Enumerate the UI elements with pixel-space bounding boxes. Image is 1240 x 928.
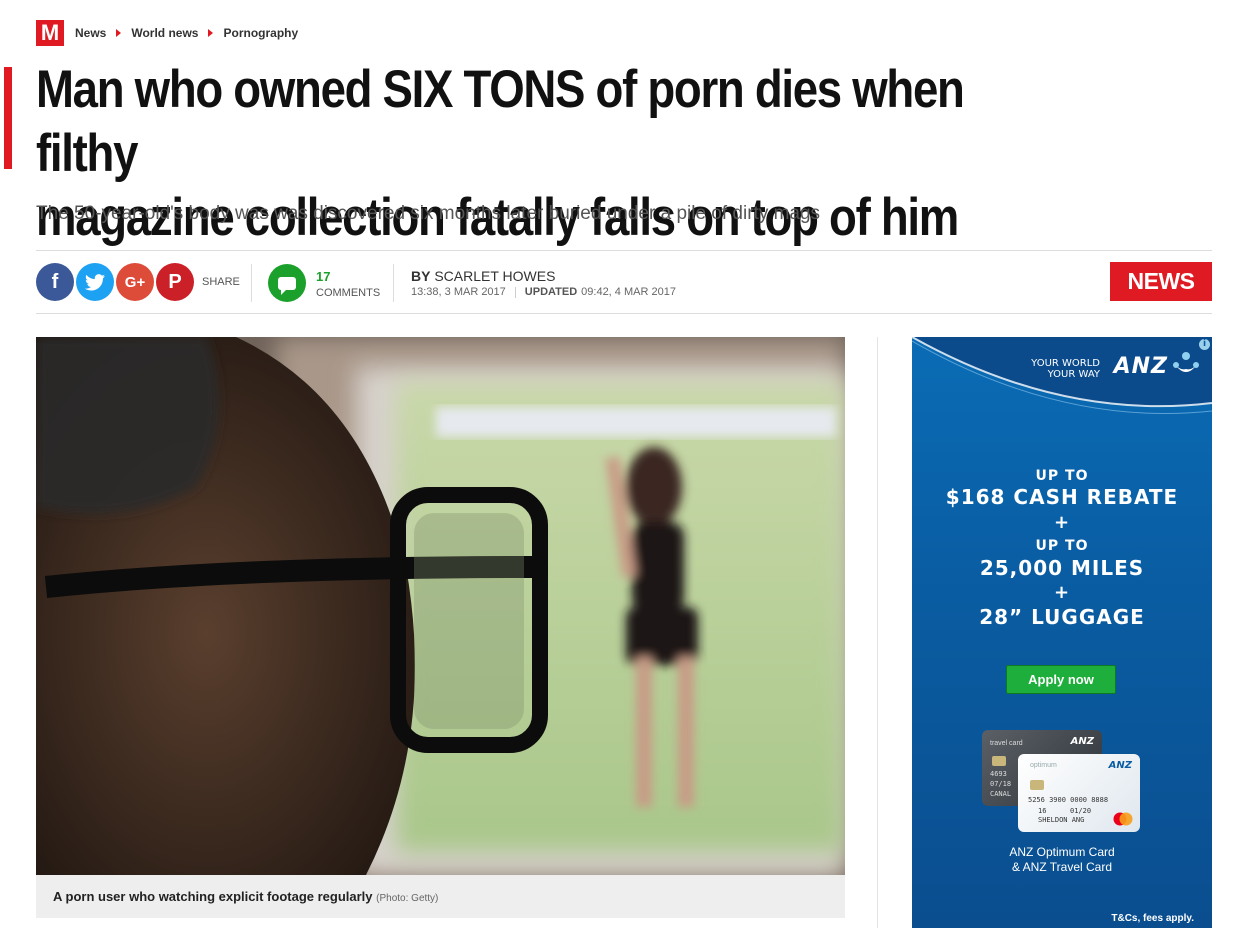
- meta-separator: [393, 264, 394, 302]
- published-time: 13:38, 3 MAR 2017: [411, 286, 506, 298]
- section-badge[interactable]: NEWS: [1110, 262, 1212, 301]
- card1-expiry: 07/18: [990, 780, 1012, 788]
- standfirst: The 50-year-old's body was was discovere…: [36, 203, 821, 224]
- image-caption: A porn user who watching explicit footag…: [36, 875, 845, 918]
- ad-offer-line: 28” LUGGAGE: [979, 605, 1145, 629]
- ad-product-text: ANZ Optimum Card & ANZ Travel Card: [912, 845, 1212, 875]
- anz-logo: ANZ: [1113, 354, 1168, 379]
- anz-optimum-card-image: optimum ANZ 5256 3900 0000 8888 16 01/20…: [1018, 754, 1140, 832]
- ad-tagline-line-2: YOUR WAY: [1047, 369, 1100, 380]
- pinterest-share-button[interactable]: P: [156, 263, 194, 301]
- card1-number: 4693: [990, 770, 1007, 778]
- share-bar: f G+ P SHARE: [36, 263, 240, 301]
- article-photo-illustration: [36, 337, 845, 875]
- comments-button[interactable]: [268, 264, 306, 302]
- ad-tagline-line-1: YOUR WORLD: [1031, 358, 1100, 369]
- ad-info-icon[interactable]: i: [1199, 339, 1210, 350]
- article-image[interactable]: [36, 337, 845, 875]
- headline-line-1: Man who owned SIX TONS of porn dies when…: [36, 60, 965, 183]
- ad-product-line-2: & ANZ Travel Card: [1011, 860, 1113, 874]
- mirror-logo[interactable]: M: [36, 20, 64, 46]
- card1-name: CANAL: [990, 790, 1012, 798]
- card2-valid-from: 16: [1038, 807, 1047, 815]
- ad-terms-text: T&Cs, fees apply.: [1111, 913, 1194, 924]
- card2-anz-logo: ANZ: [1108, 760, 1132, 771]
- caption-text: A porn user who watching explicit footag…: [53, 889, 373, 904]
- updated-time: 09:42, 4 MAR 2017: [581, 286, 676, 298]
- author-link[interactable]: SCARLET HOWES: [434, 268, 555, 284]
- breadcrumb-pornography[interactable]: Pornography: [223, 26, 298, 40]
- anz-people-icon: [1173, 352, 1199, 372]
- ad-offer-line: UP TO: [1035, 468, 1089, 484]
- apply-now-button[interactable]: Apply now: [1006, 665, 1116, 694]
- column-divider: [877, 337, 878, 928]
- byline: BY SCARLET HOWES: [411, 268, 555, 284]
- breadcrumb: M News World news Pornography: [36, 20, 298, 46]
- twitter-icon: [85, 273, 105, 290]
- meta-top-divider: [36, 250, 1212, 251]
- comment-count[interactable]: 17: [316, 269, 330, 284]
- ad-offer-line: $168 CASH REBATE: [945, 485, 1179, 509]
- twitter-share-button[interactable]: [76, 263, 114, 301]
- breadcrumb-world-news[interactable]: World news: [131, 26, 198, 40]
- card2-chip-icon: [1030, 780, 1044, 790]
- ad-offer-line: +: [1053, 582, 1071, 603]
- ad-offer-line: UP TO: [1035, 538, 1089, 554]
- googleplus-share-button[interactable]: G+: [116, 263, 154, 301]
- share-label: SHARE: [202, 276, 240, 288]
- breadcrumb-separator-icon: [116, 29, 122, 37]
- card1-anz-logo: ANZ: [1070, 736, 1094, 747]
- google-plus-icon: G+: [124, 273, 146, 291]
- facebook-icon: f: [51, 270, 59, 293]
- article-dates: 13:38, 3 MAR 2017 UPDATED 09:42, 4 MAR 2…: [411, 286, 676, 298]
- facebook-share-button[interactable]: f: [36, 263, 74, 301]
- mastercard-icon: [1113, 812, 1133, 826]
- photo-credit: (Photo: Getty): [376, 893, 439, 904]
- anz-advertisement[interactable]: YOUR WORLD YOUR WAY ANZ i UP TO $168 CAS…: [912, 337, 1212, 928]
- card2-valid-to: 01/20: [1070, 807, 1092, 815]
- card2-number: 5256 3900 0000 8888: [1028, 796, 1109, 804]
- pinterest-icon: P: [168, 270, 182, 293]
- card1-label: travel card: [990, 740, 1023, 747]
- by-label: BY: [411, 268, 431, 284]
- comment-bubble-icon: [278, 276, 296, 295]
- updated-label: UPDATED: [524, 286, 578, 298]
- date-separator: [514, 286, 516, 298]
- headline-accent-bar: [4, 67, 12, 169]
- breadcrumb-news[interactable]: News: [75, 26, 106, 40]
- card1-chip-icon: [992, 756, 1006, 766]
- breadcrumb-separator-icon: [208, 29, 214, 37]
- card2-label: optimum: [1030, 762, 1057, 769]
- ad-product-line-1: ANZ Optimum Card: [1009, 845, 1115, 859]
- comments-label[interactable]: COMMENTS: [316, 287, 380, 299]
- ad-offer-line: 25,000 MILES: [979, 556, 1145, 580]
- meta-bottom-divider: [36, 313, 1212, 314]
- ad-offer-line: +: [1053, 512, 1071, 533]
- ad-tagline: YOUR WORLD YOUR WAY: [1031, 358, 1100, 380]
- meta-separator: [251, 264, 252, 302]
- card2-name: SHELDON ANG: [1038, 816, 1085, 824]
